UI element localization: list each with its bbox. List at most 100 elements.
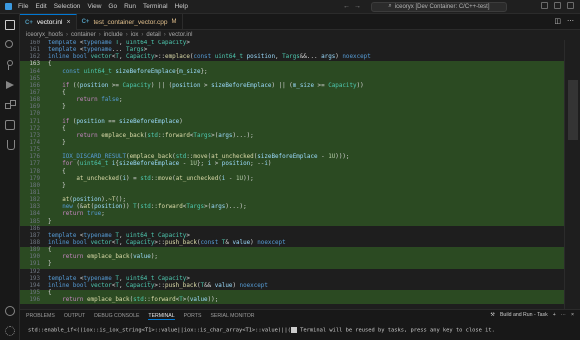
code-line[interactable]: 193 template <typename T, uint64_t Capaci…: [20, 276, 564, 283]
close-icon[interactable]: ×: [571, 312, 574, 318]
code-token: at_unchecked: [211, 154, 254, 161]
menu-terminal[interactable]: Terminal: [143, 3, 168, 10]
code-line[interactable]: 195 {: [20, 289, 564, 298]
tab-debug-console[interactable]: DEBUG CONSOLE: [94, 313, 139, 319]
code-line[interactable]: 164 const uint64_t sizeBeforeEmplace{m_s…: [20, 68, 564, 76]
scrollbar-thumb[interactable]: [568, 80, 578, 140]
code-token: forward: [150, 297, 176, 304]
code-line[interactable]: 185}: [20, 218, 564, 226]
code-line[interactable]: 184 return true;: [20, 211, 564, 219]
code-line[interactable]: 187 template <typename T, uint64_t Capaci…: [20, 233, 564, 240]
tab-vector-inl[interactable]: C+ vector.inl ×: [20, 14, 77, 30]
code-line[interactable]: 172 {: [20, 125, 564, 133]
code-line[interactable]: 161 template <typename... Targs>: [20, 47, 564, 54]
code-line[interactable]: 174 }: [20, 139, 564, 148]
code-token: uint64_t: [214, 54, 247, 61]
menu-edit[interactable]: Edit: [35, 3, 46, 10]
breadcrumb-item[interactable]: iox: [131, 32, 139, 38]
code-line[interactable]: 175: [20, 147, 564, 155]
tab-test-container-vector[interactable]: C+ test_container_vector.cpp M: [77, 14, 183, 30]
code-line[interactable]: 168 return false;: [20, 97, 564, 105]
manage-gear-icon[interactable]: [5, 326, 15, 336]
tab-output[interactable]: OUTPUT: [64, 313, 85, 319]
terminal-output[interactable]: std::enable_if<((iox::is_iox_string<T1>:…: [28, 327, 495, 334]
code-line[interactable]: 173 return emplace_back(std::forward<Tar…: [20, 132, 564, 140]
menu-file[interactable]: File: [18, 3, 28, 10]
close-icon[interactable]: ×: [67, 19, 71, 26]
code-line[interactable]: 182 at(position).~T();: [20, 197, 564, 205]
line-number: 166: [29, 82, 40, 89]
breadcrumb-item[interactable]: vector.inl: [169, 32, 193, 38]
task-label[interactable]: Build and Run - Task: [500, 312, 548, 318]
tab-terminal[interactable]: TERMINAL: [148, 313, 175, 320]
code-line[interactable]: 177 for (uint64_t i{sizeBeforeEmplace - …: [20, 161, 564, 169]
code-line[interactable]: 160 template <typename T, uint64_t Capaci…: [20, 40, 564, 47]
more-actions-icon[interactable]: ⋯: [561, 312, 566, 318]
code-line[interactable]: 194 inline bool vector<T, Capacity>::push…: [20, 283, 564, 290]
code-line[interactable]: 162 inline bool vector<T, Capacity>::empl…: [20, 54, 564, 61]
code-token: )...);: [232, 132, 254, 139]
code-text: return emplace_back(value);: [42, 254, 158, 261]
more-actions-icon[interactable]: ⋯: [567, 17, 574, 25]
code-line[interactable]: 176 IOX_DISCARD_RESULT(emplace_back(std:…: [20, 154, 564, 162]
code-line[interactable]: 171 if (position == sizeBeforeEmplace): [20, 118, 564, 126]
command-center[interactable]: ⌕ iceoryx [Dev Container: C/C++-test]: [370, 1, 507, 12]
code-line[interactable]: 190 return emplace_back(value);: [20, 254, 564, 262]
menu-view[interactable]: View: [87, 3, 101, 10]
line-number: 194: [29, 282, 40, 289]
code-token: uint64_t: [83, 68, 116, 75]
explorer-icon[interactable]: [5, 20, 15, 30]
tab-serial-monitor[interactable]: SERIAL MONITOR: [210, 313, 254, 319]
code-line[interactable]: 189 {: [20, 247, 564, 255]
code-editor[interactable]: 160 template <typename T, uint64_t Capaci…: [20, 40, 564, 309]
layout-secondary-icon[interactable]: [567, 2, 574, 9]
breadcrumb-item[interactable]: detail: [146, 32, 160, 38]
run-debug-icon[interactable]: [5, 80, 15, 90]
layout-sidebar-icon[interactable]: [541, 2, 548, 9]
extensions-icon[interactable]: [5, 100, 16, 110]
split-editor-icon[interactable]: ◫: [554, 17, 561, 25]
tab-ports[interactable]: PORTS: [184, 313, 202, 319]
menu-go[interactable]: Go: [108, 3, 117, 10]
code-line[interactable]: 181: [20, 189, 564, 198]
editor-scrollbar[interactable]: [564, 40, 580, 309]
code-token: ...: [111, 47, 127, 54]
code-line[interactable]: 178 {: [20, 168, 564, 176]
menu-help[interactable]: Help: [175, 3, 188, 10]
code-line[interactable]: 180 }: [20, 182, 564, 190]
code-line[interactable]: 165: [20, 75, 564, 83]
search-view-icon[interactable]: [5, 40, 13, 48]
nav-back-forward-icons[interactable]: ←→: [343, 3, 365, 10]
code-line[interactable]: 196 return emplace_back(std::forward<T>(…: [20, 297, 564, 305]
code-line[interactable]: 179 at_unchecked(i) = std::move(at_unche…: [20, 175, 564, 183]
line-number: 192: [29, 268, 40, 275]
code-token: std: [133, 297, 144, 304]
breadcrumb-item[interactable]: iceoryx_hoofs: [26, 32, 63, 38]
code-line[interactable]: 186: [20, 226, 564, 233]
code-line[interactable]: 170: [20, 111, 564, 119]
code-line[interactable]: 188 inline bool vector<T, Capacity>::push…: [20, 240, 564, 247]
source-control-icon[interactable]: [5, 60, 15, 70]
testing-icon[interactable]: [5, 140, 15, 150]
line-number: 178: [29, 168, 40, 175]
code-line[interactable]: 191}: [20, 261, 564, 269]
code-line[interactable]: 163 {: [20, 61, 564, 69]
breadcrumb-item[interactable]: include: [104, 32, 123, 38]
code-line[interactable]: 167 {: [20, 89, 564, 98]
code-text: for (uint64_t i{sizeBeforeEmplace - 1U};…: [42, 161, 271, 168]
code-line[interactable]: 192: [20, 269, 564, 276]
menu-selection[interactable]: Selection: [54, 3, 81, 10]
menu-run[interactable]: Run: [124, 3, 136, 10]
code-line[interactable]: 169 }: [20, 104, 564, 112]
code-token: std: [140, 204, 151, 211]
line-number: 171: [29, 118, 40, 125]
code-line[interactable]: 183 new (&at(position)) T(std::forward<T…: [20, 204, 564, 212]
account-icon[interactable]: [5, 306, 15, 316]
layout-panel-icon[interactable]: [554, 2, 561, 9]
breadcrumb-item[interactable]: container: [71, 32, 96, 38]
remote-explorer-icon[interactable]: [5, 120, 15, 130]
code-line[interactable]: 166 if ((position >= Capacity) || (posit…: [20, 82, 564, 90]
add-terminal-icon[interactable]: +: [553, 312, 556, 318]
tab-problems[interactable]: PROBLEMS: [26, 313, 55, 319]
